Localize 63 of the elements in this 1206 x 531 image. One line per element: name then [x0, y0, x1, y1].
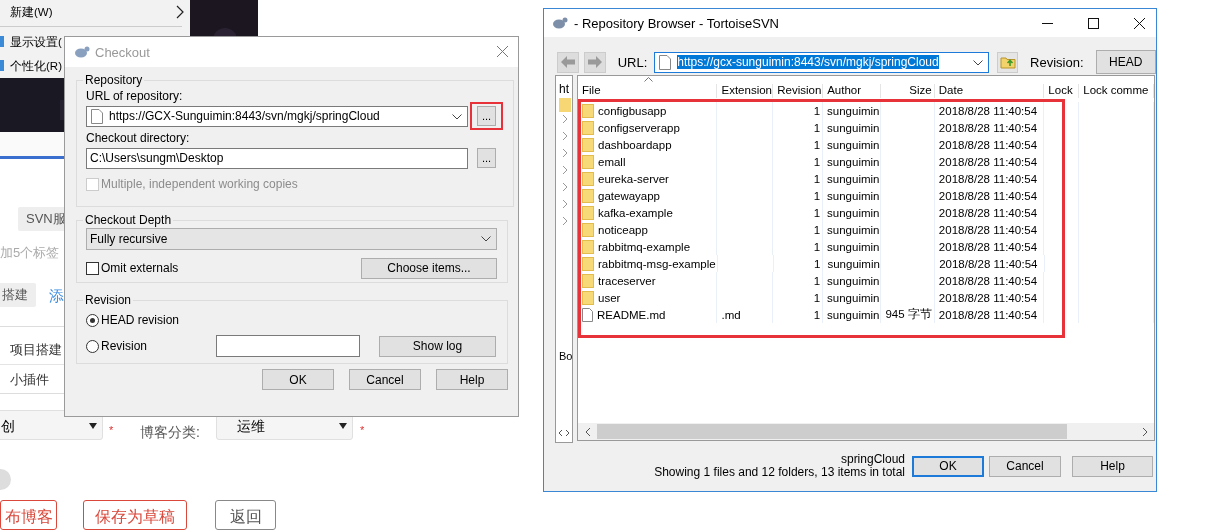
item-summary: Showing 1 files and 12 folders, 13 items in total	[654, 466, 905, 479]
table-cell: sunguimin	[827, 138, 880, 151]
radio-label: HEAD revision	[101, 313, 180, 327]
table-cell: 1	[813, 206, 821, 219]
table-cell: sunguimin	[827, 223, 880, 236]
table-cell: 945 字节	[885, 307, 932, 322]
window-title: Checkout	[95, 44, 150, 60]
url-text: https://GCX-Sunguimin:8443/svn/mgkj/springCloud	[109, 109, 380, 123]
url-text: https://gcx-sunguimin:8443/svn/mgkj/springCloud	[677, 55, 939, 69]
category-label: 博客分类:	[140, 424, 200, 442]
table-cell: 2018/8/28 11:40:54	[938, 223, 1038, 236]
group-label: Checkout Depth	[84, 213, 173, 227]
table-cell: 1	[813, 274, 821, 287]
table-cell: 2018/8/28 11:40:54	[938, 291, 1038, 304]
table-cell: 2018/8/28 11:40:54	[939, 257, 1038, 270]
radio-label: Revision	[101, 339, 148, 353]
directory-label: Checkout directory:	[86, 131, 191, 145]
tag: 搭建	[0, 283, 36, 307]
table-cell: sunguimin	[827, 274, 880, 287]
table-cell: 1	[813, 172, 821, 185]
table-cell: 2018/8/28 11:40:54	[938, 155, 1038, 168]
table-cell: 2018/8/28 11:40:54	[938, 138, 1038, 151]
table-cell: 2018/8/28 11:40:54	[938, 274, 1038, 287]
table-cell: sunguimin	[827, 172, 880, 185]
table-cell: sunguimin	[827, 206, 880, 219]
table-cell: sunguimin	[827, 240, 880, 253]
table-cell: 1	[813, 308, 821, 321]
table-cell: sunguimin	[827, 121, 880, 134]
table-cell: sunguimin	[827, 155, 880, 168]
table-cell: 2018/8/28 11:40:54	[938, 240, 1038, 253]
current-path: springCloud	[840, 453, 905, 466]
table-cell: 1	[813, 155, 821, 168]
table-cell: 1	[813, 189, 821, 202]
table-cell: 2018/8/28 11:40:54	[938, 308, 1038, 321]
checkbox-label: Omit externals	[101, 261, 179, 275]
table-cell: sunguimin	[827, 257, 880, 270]
table-cell: 1	[813, 138, 821, 151]
required-mark: *	[360, 424, 365, 436]
window-title: - Repository Browser - TortoiseSVN	[574, 15, 779, 31]
required-mark: *	[109, 424, 114, 436]
tag-hint: 加5个标签	[0, 244, 60, 262]
table-cell: sunguimin	[827, 104, 880, 117]
table-cell: 2018/8/28 11:40:54	[938, 206, 1038, 219]
table-cell: 2018/8/28 11:40:54	[938, 104, 1038, 117]
table-cell: .md	[721, 308, 741, 321]
table-cell: 2018/8/28 11:40:54	[938, 189, 1038, 202]
table-cell: sunguimin	[827, 308, 880, 321]
checkbox-label: Multiple, independent working copies	[101, 177, 298, 191]
table-cell: 1	[813, 240, 821, 253]
table-cell: 1	[813, 121, 821, 134]
table-cell: 1	[813, 291, 821, 304]
group-label: Repository	[84, 73, 144, 87]
table-cell: 1	[813, 104, 821, 117]
group-label: Revision	[84, 293, 133, 307]
table-cell: 2018/8/28 11:40:54	[938, 172, 1038, 185]
revision-label: Revision:	[1030, 54, 1084, 70]
table-cell: sunguimin	[827, 189, 880, 202]
url-label: URL of repository:	[86, 89, 184, 103]
url-label: URL:	[617, 54, 648, 70]
table-cell: 1	[814, 257, 821, 270]
table-cell: sunguimin	[827, 291, 880, 304]
table-cell: 1	[813, 223, 821, 236]
table-cell: 2018/8/28 11:40:54	[938, 121, 1038, 134]
